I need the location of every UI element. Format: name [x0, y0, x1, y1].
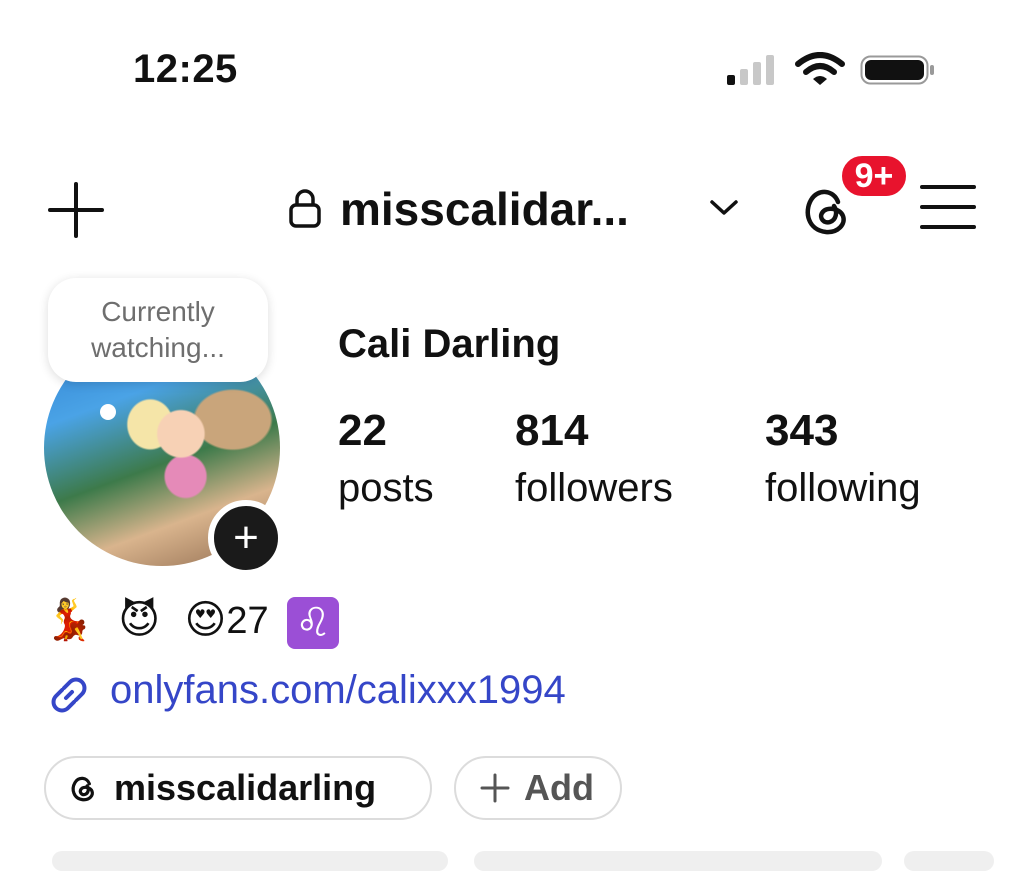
posts-count[interactable]: 22 [338, 406, 387, 456]
plus-icon [480, 773, 510, 803]
create-plus-icon[interactable] [46, 180, 106, 240]
add-story-button[interactable]: + [208, 500, 284, 576]
followers-label[interactable]: followers [515, 466, 673, 511]
following-label[interactable]: following [765, 466, 921, 511]
display-name: Cali Darling [338, 322, 561, 366]
note-bubble[interactable]: Currently watching... [48, 278, 268, 382]
add-chip-label: Add [524, 767, 594, 808]
battery-icon [860, 55, 934, 85]
status-time: 12:25 [133, 47, 238, 91]
heart-eyes-emoji: 😍 [184, 598, 227, 642]
menu-icon[interactable] [918, 182, 978, 232]
account-username[interactable]: misscalidar... [340, 182, 629, 236]
followers-count[interactable]: 814 [515, 406, 588, 456]
chevron-down-icon[interactable] [708, 198, 740, 218]
suggested-people-button[interactable] [904, 851, 994, 871]
bio-link[interactable]: onlyfans.com/calixxx1994 [110, 668, 566, 713]
following-count[interactable]: 343 [765, 406, 838, 456]
share-profile-button[interactable] [474, 851, 882, 871]
notification-badge: 9+ [838, 152, 910, 200]
note-line-2: watching... [91, 332, 225, 363]
bio-age: 27 [226, 600, 269, 642]
note-line-1: Currently [101, 296, 215, 327]
threads-icon [71, 776, 94, 802]
leo-zodiac-icon: ♌ [287, 596, 340, 649]
devil-emoji: 😈 [118, 598, 161, 642]
note-tail-dot [100, 404, 116, 420]
wifi-icon [795, 52, 845, 85]
posts-label[interactable]: posts [338, 466, 434, 511]
cellular-signal-icon [727, 55, 774, 85]
lock-icon [289, 189, 321, 228]
link-icon [51, 677, 87, 713]
add-chip-button[interactable]: Add [454, 756, 622, 820]
dancer-emoji: 💃 [44, 598, 94, 642]
threads-profile-chip[interactable]: misscalidarling [44, 756, 432, 820]
edit-profile-button[interactable] [52, 851, 448, 871]
bio-text: 💃 😈 😍27 ♌ [44, 596, 340, 649]
threads-handle: misscalidarling [114, 767, 377, 808]
